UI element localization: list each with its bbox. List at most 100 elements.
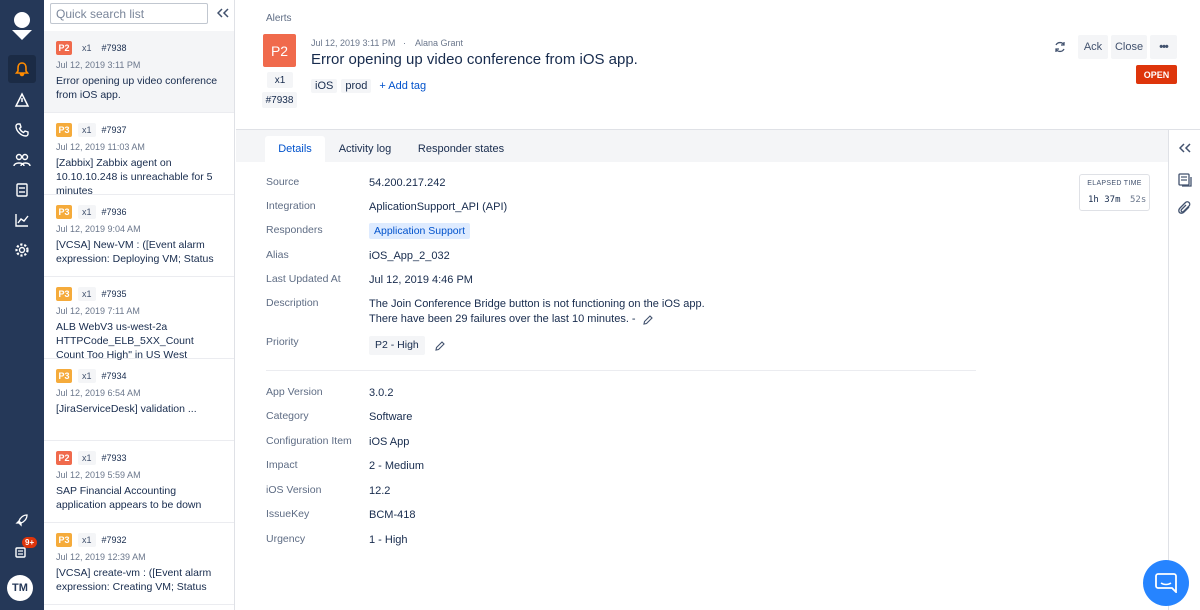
field-value: Software xyxy=(369,411,413,423)
alert-id: #7935 xyxy=(101,288,127,299)
alert-title: [VCSA] New-VM : ([Event alarm expression… xyxy=(56,239,214,265)
collapse-list-icon[interactable] xyxy=(214,4,232,22)
alert-id: #7932 xyxy=(101,534,127,545)
field-label: App Version xyxy=(266,386,323,398)
list-item[interactable]: P3 x1 #7934 Jul 12, 2019 6:54 AM [JiraSe… xyxy=(44,359,234,441)
alert-date: Jul 12, 2019 3:11 PM xyxy=(311,38,396,48)
list-item[interactable]: P2 x1 #7933 Jul 12, 2019 5:59 AM SAP Fin… xyxy=(44,441,234,523)
field-value: iOS_App_2_032 xyxy=(369,250,450,262)
tag[interactable]: prod xyxy=(341,79,372,93)
attachment-icon[interactable] xyxy=(1177,200,1193,216)
alert-date: Jul 12, 2019 9:04 AM xyxy=(56,224,141,234)
services-icon[interactable] xyxy=(8,176,36,204)
alerts-list-icon[interactable] xyxy=(8,86,36,114)
teams-icon[interactable] xyxy=(8,146,36,174)
alert-title: ALB WebV3 us-west-2a HTTPCode_ELB_5XX_Co… xyxy=(56,321,194,361)
elapsed-time-card: ELAPSED TIME 1h 37m 52s xyxy=(1079,174,1150,211)
field-source: Source 54.200.217.242 xyxy=(266,176,445,191)
field-row: Urgency 1 - High xyxy=(266,533,408,548)
alert-list: P2 x1 #7938 Jul 12, 2019 3:11 PM Error o… xyxy=(44,31,234,605)
priority-badge: P3 xyxy=(56,368,72,383)
alert-id: #7938 xyxy=(101,42,127,53)
field-label: Description xyxy=(266,297,319,309)
logo-icon[interactable] xyxy=(9,10,35,42)
list-item[interactable]: P3 x1 #7935 Jul 12, 2019 7:11 AM ALB Web… xyxy=(44,277,234,361)
priority-badge: P2 xyxy=(263,34,296,67)
field-row: Configuration Item iOS App xyxy=(266,435,409,450)
field-value: 12.2 xyxy=(369,485,391,497)
field-value: iOS App xyxy=(369,436,410,448)
tag[interactable]: iOS xyxy=(311,79,338,93)
detail-content: Details Activity log Responder states So… xyxy=(236,129,1169,610)
chat-button[interactable] xyxy=(1143,560,1189,606)
alert-date: Jul 12, 2019 5:59 AM xyxy=(56,470,141,480)
on-call-icon[interactable] xyxy=(8,116,36,144)
list-item[interactable]: P3 x1 #7932 Jul 12, 2019 12:39 AM [VCSA]… xyxy=(44,523,234,605)
more-button[interactable]: ••• xyxy=(1150,35,1177,59)
field-priority: Priority P2 - High xyxy=(266,336,445,355)
rocket-icon[interactable] xyxy=(8,506,36,534)
field-label: Integration xyxy=(266,200,316,212)
field-label: iOS Version xyxy=(266,484,322,496)
breadcrumb[interactable]: Alerts xyxy=(266,13,292,24)
bell-icon[interactable] xyxy=(8,55,36,83)
field-label: Configuration Item xyxy=(266,435,352,447)
right-rail xyxy=(1168,129,1200,610)
add-tag-button[interactable]: + Add tag xyxy=(379,80,426,92)
field-label: Last Updated At xyxy=(266,273,341,285)
refresh-icon[interactable] xyxy=(1051,38,1069,56)
elapsed-time: 1h 37m xyxy=(1088,195,1121,205)
priority-badge: P3 xyxy=(56,532,72,547)
field-label: Priority xyxy=(266,336,299,348)
notification-count-badge: 9+ xyxy=(22,537,38,548)
edit-icon[interactable] xyxy=(642,314,653,325)
expand-panel-icon[interactable] xyxy=(1177,140,1193,156)
field-responders: Responders Application Support xyxy=(266,223,471,239)
responder-badge[interactable]: Application Support xyxy=(369,223,471,239)
list-item[interactable]: P3 x1 #7937 Jul 12, 2019 11:03 AM [Zabbi… xyxy=(44,113,234,197)
tab-responder-states[interactable]: Responder states xyxy=(411,136,511,162)
alert-date: Jul 12, 2019 6:54 AM xyxy=(56,388,141,398)
alert-title: Error opening up video conference from i… xyxy=(56,75,218,101)
priority-value: P2 - High xyxy=(369,336,425,355)
alert-id: #7936 xyxy=(101,206,127,217)
field-value: 1 - High xyxy=(369,534,408,546)
notes-icon[interactable] xyxy=(1177,172,1193,188)
elapsed-label: ELAPSED TIME xyxy=(1087,180,1142,187)
description-line: The Join Conference Bridge button is not… xyxy=(369,298,705,310)
settings-icon[interactable] xyxy=(8,236,36,264)
count-badge: x1 xyxy=(78,450,96,465)
count-badge: x1 xyxy=(267,72,293,88)
edit-icon[interactable] xyxy=(435,340,445,351)
field-row: Impact 2 - Medium xyxy=(266,459,424,474)
avatar[interactable]: TM xyxy=(7,575,33,601)
alert-user: Alana Grant xyxy=(415,38,464,48)
tab-details[interactable]: Details xyxy=(265,136,325,162)
count-badge: x1 xyxy=(78,532,96,547)
alert-title: [Zabbix] Zabbix agent on 10.10.10.248 is… xyxy=(56,157,213,197)
priority-badge: P3 xyxy=(56,122,72,137)
analytics-icon[interactable] xyxy=(8,206,36,234)
ack-button[interactable]: Ack xyxy=(1078,35,1108,59)
tab-bar: Details Activity log Responder states xyxy=(236,130,1168,162)
field-integration: Integration AplicationSupport_API (API) xyxy=(266,200,507,215)
field-row: IssueKey BCM-418 xyxy=(266,508,415,523)
alert-date: Jul 12, 2019 7:11 AM xyxy=(56,306,140,316)
field-label: IssueKey xyxy=(266,508,310,520)
field-value: 54.200.217.242 xyxy=(369,177,446,189)
tab-activity-log[interactable]: Activity log xyxy=(331,136,399,162)
count-badge: x1 xyxy=(78,204,96,219)
alert-id: #7937 xyxy=(101,124,127,135)
alert-date: Jul 12, 2019 12:39 AM xyxy=(56,552,146,562)
divider xyxy=(266,370,976,371)
nav-rail: 9+ TM xyxy=(0,0,44,610)
search-input[interactable] xyxy=(50,3,208,24)
close-button[interactable]: Close xyxy=(1111,35,1147,59)
field-value[interactable]: AplicationSupport_API (API) xyxy=(369,200,507,215)
field-label: Impact xyxy=(266,459,298,471)
alert-title: SAP Financial Accounting application app… xyxy=(56,485,202,511)
list-item[interactable]: P3 x1 #7936 Jul 12, 2019 9:04 AM [VCSA] … xyxy=(44,195,234,277)
list-item[interactable]: P2 x1 #7938 Jul 12, 2019 3:11 PM Error o… xyxy=(44,31,234,113)
priority-badge: P3 xyxy=(56,286,72,301)
field-row: App Version 3.0.2 xyxy=(266,386,393,401)
